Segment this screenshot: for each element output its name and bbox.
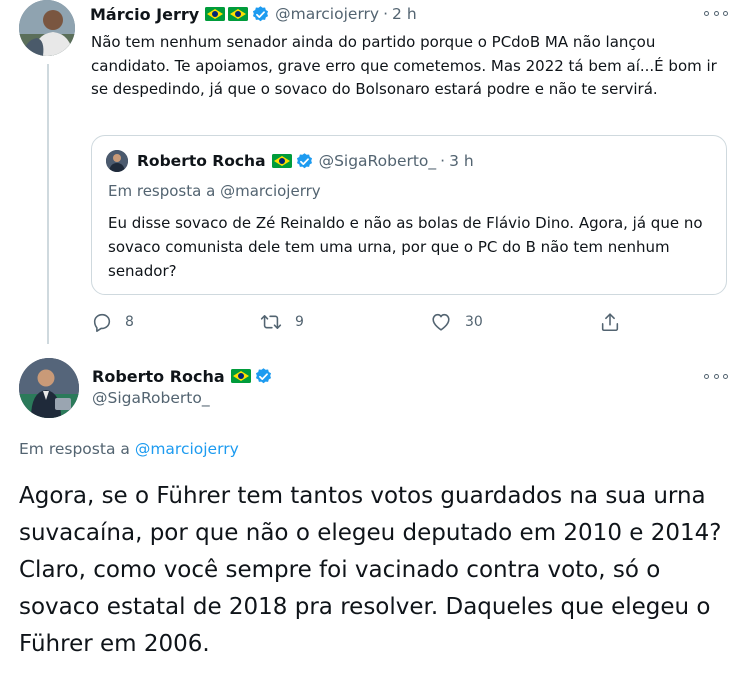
reply-context: Em resposta a @marciojerry [108,182,321,200]
verified-badge-icon [253,5,269,21]
brazil-flag-icon [205,7,226,21]
like-icon [432,313,450,331]
reply-prefix: Em resposta a [19,440,130,458]
author-name[interactable]: Márcio Jerry [90,5,199,24]
thread-connector-line [47,64,49,344]
share-button[interactable] [599,310,621,334]
reply-button[interactable]: 8 [91,310,134,334]
author-handle[interactable]: @marciojerry [275,5,379,23]
tweet-time[interactable]: 2 h [392,5,417,23]
quoted-tweet-text: Eu disse sovaco de Zé Reinaldo e não as … [108,214,703,280]
author-row: Roberto Rocha [92,364,273,388]
tweet-text: Não tem nenhum senador ainda do partido … [91,33,717,98]
brazil-flag-icon [271,154,292,168]
separator-dot: · [383,5,389,23]
author-handle[interactable]: @SigaRoberto_ [92,389,210,407]
quoted-tweet[interactable]: Roberto Rocha @SigaRoberto_ · 3 h Em res… [91,135,727,295]
quoted-tweet-header: Roberto Rocha @SigaRoberto_ · 3 h [137,149,474,173]
tweet-paragraph: Agora, se o Führer tem tantos votos guar… [19,483,722,546]
author-name[interactable]: Roberto Rocha [92,367,225,386]
brazil-flag-icon [228,7,249,21]
like-button[interactable]: 30 [429,310,483,334]
reply-icon [93,313,111,332]
reply-mention: @marciojerry [220,182,321,200]
retweet-count: 9 [295,314,304,330]
reply-context: Em resposta a @marciojerry [19,440,239,458]
quoted-tweet-time: 3 h [449,152,474,170]
quoted-author-name[interactable]: Roberto Rocha [137,152,266,170]
retweet-icon [260,314,282,330]
avatar[interactable] [19,358,79,418]
quoted-author-handle[interactable]: @SigaRoberto_ [319,152,437,170]
verified-badge-icon [255,367,271,383]
share-icon [601,313,619,332]
tweet-header: Márcio Jerry @marciojerry · 2 h [90,2,417,26]
tweet-actions: 8 9 30 [91,310,730,334]
reply-mention-link[interactable]: @marciojerry [135,440,239,458]
tweet-text: Agora, se o Führer tem tantos votos guar… [19,478,725,663]
tweet-paragraph: Claro, como você sempre foi vacinado con… [19,557,711,657]
brazil-flag-icon [230,369,251,383]
more-options-icon[interactable] [704,370,728,382]
retweet-button[interactable]: 9 [259,310,304,334]
avatar[interactable] [19,0,75,56]
verified-badge-icon [296,152,312,168]
more-options-icon[interactable] [704,7,728,19]
avatar[interactable] [106,150,128,172]
like-count: 30 [465,314,483,330]
reply-prefix: Em resposta a [108,182,216,200]
separator-dot: · [440,152,446,170]
reply-count: 8 [125,314,134,330]
